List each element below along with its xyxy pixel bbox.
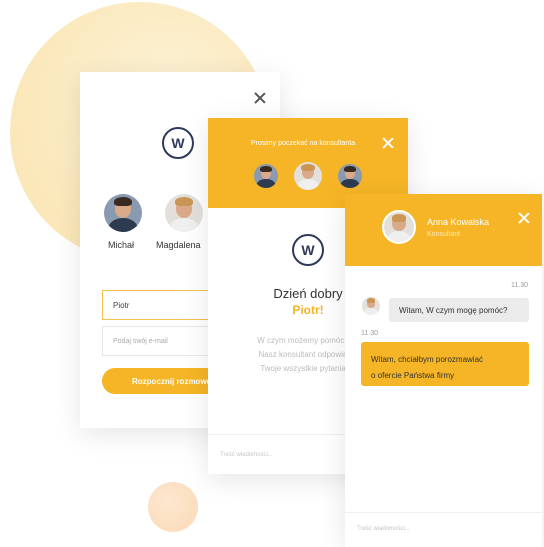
user-message-bubble: Witam, chciałbym porozmawiać o ofercie P… [361, 342, 529, 386]
message-input[interactable]: Treść wiadomości... [357, 526, 410, 532]
waiting-header-text: Prosimy poczekać na konsultanta [250, 140, 356, 147]
message-time: 11.30 [511, 282, 528, 289]
close-icon[interactable] [518, 212, 530, 224]
message-time: 11.30 [361, 330, 378, 337]
agent-avatar-michal[interactable] [104, 194, 142, 232]
user-message-line: Witam, chciałbym porozmawiać [371, 355, 484, 364]
chat-header: Anna Kowalska Konsultant [345, 194, 542, 266]
consultant-avatar [338, 164, 362, 188]
message-input[interactable]: Treść wiadomości... [220, 452, 273, 458]
chat-card: Anna Kowalska Konsultant 11.30 Witam, W … [345, 194, 542, 547]
brand-logo: W [162, 127, 194, 159]
agent-avatar-magdalena[interactable] [165, 194, 203, 232]
agent-message-bubble: Witam, W czym mogę pomóc? [389, 298, 529, 322]
agent-avatar [382, 210, 416, 244]
user-message-line: o ofercie Państwa firmy [371, 371, 455, 380]
agent-avatar-small [362, 297, 380, 315]
agent-name: Anna Kowalska [427, 217, 490, 227]
divider [345, 512, 542, 513]
agent-name: Michał [108, 240, 135, 250]
close-icon[interactable] [382, 137, 394, 149]
agent-name: Magdalena [156, 240, 201, 250]
consultant-avatar [254, 164, 278, 188]
brand-logo: W [292, 234, 324, 266]
agent-role: Konsultant [427, 231, 461, 238]
close-icon[interactable] [254, 92, 266, 104]
consultant-avatar [294, 162, 322, 190]
decorative-circle-small [148, 482, 198, 532]
